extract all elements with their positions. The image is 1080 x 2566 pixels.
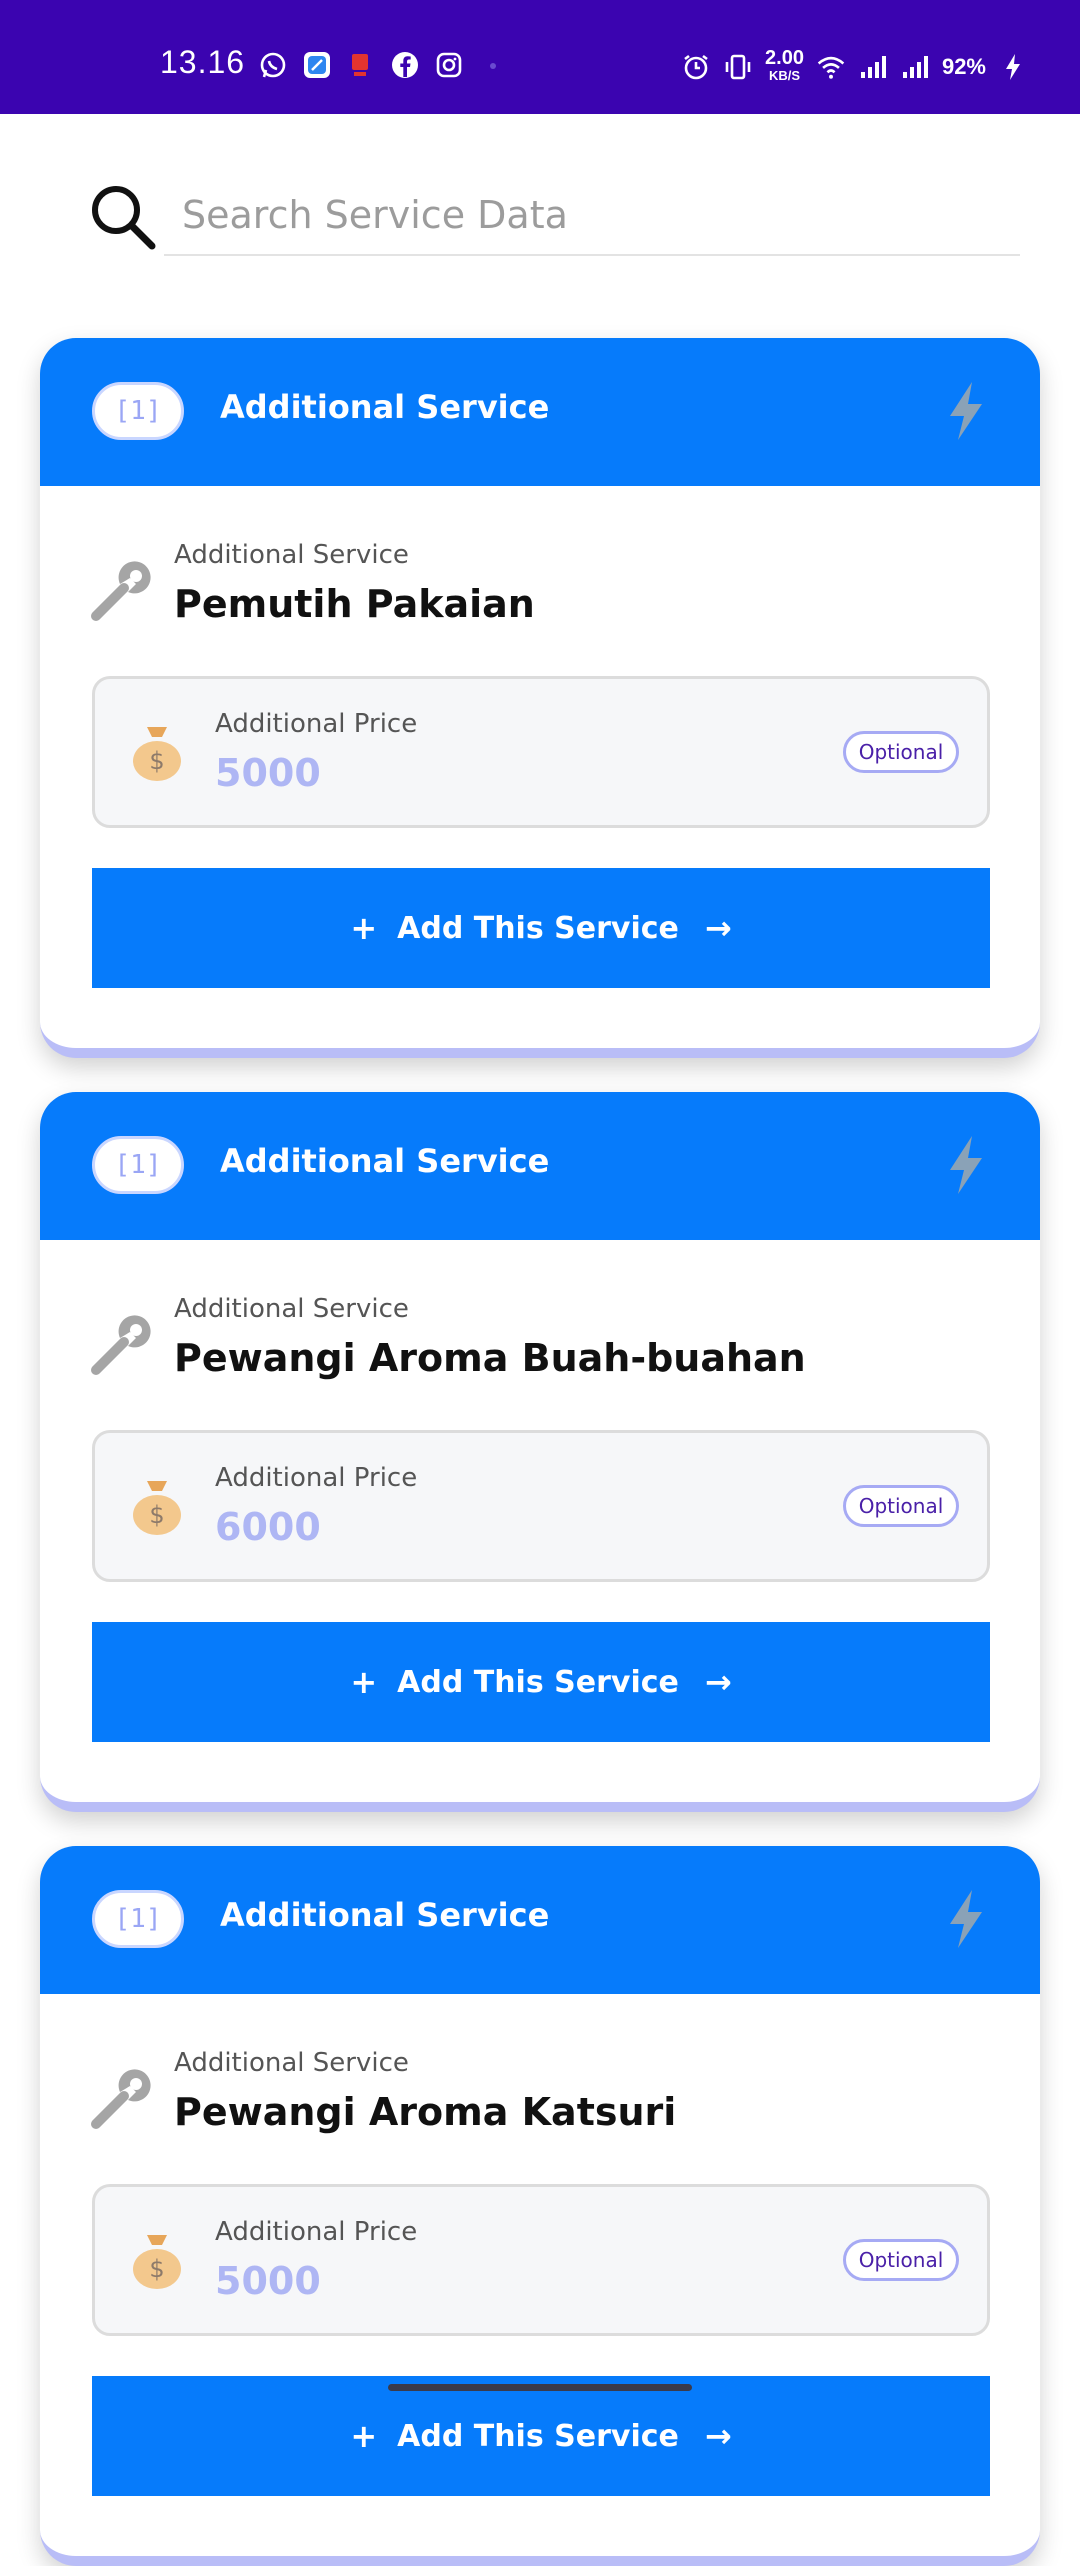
dot-icon: [478, 50, 508, 80]
index-badge: [1]: [92, 1890, 184, 1948]
service-name: Pemutih Pakaian: [174, 582, 535, 626]
wifi-icon: [816, 52, 846, 82]
optional-badge: Optional: [843, 1485, 959, 1527]
add-service-label: Add This Service: [397, 1664, 679, 1700]
card-header: [1] Additional Service: [40, 338, 1040, 486]
charging-icon: [998, 52, 1028, 82]
card-header: [1] Additional Service: [40, 1092, 1040, 1240]
status-bar: 13.16 2.00 KB/S 92%: [0, 0, 1080, 114]
wrench-icon: [90, 1314, 152, 1376]
plus-icon: +: [350, 1663, 378, 1701]
price-label: Additional Price: [215, 709, 418, 739]
svg-text:$: $: [149, 1501, 164, 1529]
price-box: $ Additional Price 5000 Optional: [92, 676, 990, 828]
service-card: [1] Additional Service Additional Servic…: [40, 1092, 1040, 1812]
price-value: 5000: [215, 2259, 321, 2303]
arrow-right-icon: →: [704, 1663, 732, 1701]
add-service-button[interactable]: + Add This Service →: [92, 868, 990, 988]
service-name: Pewangi Aroma Buah-buahan: [174, 1336, 806, 1380]
plus-icon: +: [350, 909, 378, 947]
lightning-bolt-icon: [944, 1888, 988, 1950]
index-badge: [1]: [92, 382, 184, 440]
money-bag-icon: $: [129, 2231, 185, 2291]
price-label: Additional Price: [215, 1463, 418, 1493]
network-speed-unit: KB/S: [768, 68, 801, 83]
optional-badge: Optional: [843, 731, 959, 773]
card-header-title: Additional Service: [220, 1896, 550, 1934]
alarm-icon: [681, 52, 711, 82]
money-bag-icon: $: [129, 1477, 185, 1537]
price-box: $ Additional Price 6000 Optional: [92, 1430, 990, 1582]
add-service-button[interactable]: + Add This Service →: [92, 1622, 990, 1742]
add-service-button[interactable]: + Add This Service →: [92, 2376, 990, 2496]
service-card: [1] Additional Service Additional Servic…: [40, 1846, 1040, 2566]
wrench-icon: [90, 560, 152, 622]
gesture-nav-handle[interactable]: [388, 2384, 692, 2391]
card-header-title: Additional Service: [220, 1142, 550, 1180]
signal-icon: [900, 52, 930, 82]
app-icon: [302, 50, 332, 80]
plus-icon: +: [350, 2417, 378, 2455]
svg-text:$: $: [149, 747, 164, 775]
instagram-icon: [434, 50, 464, 80]
service-caption: Additional Service: [174, 540, 409, 570]
wrench-icon: [90, 2068, 152, 2130]
service-caption: Additional Service: [174, 1294, 409, 1324]
add-service-label: Add This Service: [397, 2418, 679, 2454]
index-badge: [1]: [92, 1136, 184, 1194]
optional-badge: Optional: [843, 2239, 959, 2281]
add-service-label: Add This Service: [397, 910, 679, 946]
signal-icon: [858, 52, 888, 82]
battery-level: 92%: [941, 54, 986, 79]
price-label: Additional Price: [215, 2217, 418, 2247]
search-input[interactable]: [164, 176, 1020, 256]
vibrate-icon: [723, 52, 753, 82]
arrow-right-icon: →: [704, 909, 732, 947]
network-speed: 2.00 KB/S: [765, 47, 804, 84]
service-name: Pewangi Aroma Katsuri: [174, 2090, 677, 2134]
service-card: [1] Additional Service Additional Servic…: [40, 338, 1040, 1058]
whatsapp-icon: [258, 50, 288, 80]
status-time: 13.16: [160, 44, 246, 80]
price-value: 6000: [215, 1505, 321, 1549]
lightning-bolt-icon: [944, 1134, 988, 1196]
card-header-title: Additional Service: [220, 388, 550, 426]
arrow-right-icon: →: [704, 2417, 732, 2455]
price-value: 5000: [215, 751, 321, 795]
network-speed-value: 2.00: [765, 47, 804, 69]
notification-icons: [258, 50, 508, 80]
money-bag-icon: $: [129, 723, 185, 783]
facebook-icon: [390, 50, 420, 80]
pay-app-icon: [346, 50, 376, 80]
search-icon[interactable]: [88, 182, 158, 252]
price-box: $ Additional Price 5000 Optional: [92, 2184, 990, 2336]
service-caption: Additional Service: [174, 2048, 409, 2078]
card-header: [1] Additional Service: [40, 1846, 1040, 1994]
svg-text:$: $: [149, 2255, 164, 2283]
lightning-bolt-icon: [944, 380, 988, 442]
system-status: 2.00 KB/S 92%: [681, 47, 1028, 84]
